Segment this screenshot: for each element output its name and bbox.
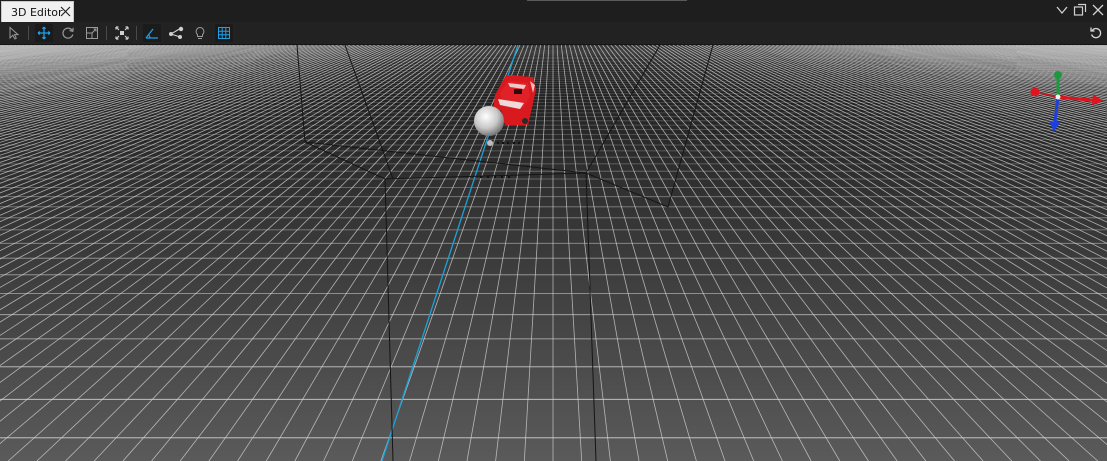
rotate-icon bbox=[62, 27, 74, 39]
bulb-icon bbox=[195, 26, 205, 39]
move-tool-button[interactable] bbox=[35, 24, 53, 42]
move-icon bbox=[37, 26, 51, 40]
reset-view-button[interactable] bbox=[1087, 24, 1105, 42]
camera-icon bbox=[145, 28, 158, 39]
toolbar-separator bbox=[136, 26, 137, 40]
tab-bar: 3D Editor bbox=[0, 0, 1107, 22]
add-light-button[interactable] bbox=[167, 24, 185, 42]
viewport-scene bbox=[0, 45, 1107, 461]
grid-icon bbox=[218, 27, 230, 39]
viewport-background bbox=[0, 45, 1107, 461]
select-icon bbox=[9, 26, 20, 40]
chevron-down-icon[interactable] bbox=[1055, 3, 1069, 17]
grid-toggle-button[interactable] bbox=[215, 24, 233, 42]
light-add-icon bbox=[169, 26, 184, 39]
light-bulb-button[interactable] bbox=[191, 24, 209, 42]
scale-tool-button[interactable] bbox=[83, 24, 101, 42]
top-edge-line bbox=[527, 0, 687, 1]
camera-tool-button[interactable] bbox=[143, 24, 161, 42]
reset-view-icon bbox=[1090, 27, 1102, 39]
select-tool-button[interactable] bbox=[5, 24, 23, 42]
window-controls bbox=[1055, 3, 1105, 17]
3d-viewport[interactable] bbox=[0, 45, 1107, 461]
tab-title: 3D Editor bbox=[11, 5, 63, 19]
close-window-icon[interactable] bbox=[1091, 3, 1105, 17]
center-icon bbox=[115, 26, 129, 40]
float-window-icon[interactable] bbox=[1073, 3, 1087, 17]
tab-3d-editor[interactable]: 3D Editor bbox=[1, 1, 74, 22]
center-tool-button[interactable] bbox=[113, 24, 131, 42]
rotate-tool-button[interactable] bbox=[59, 24, 77, 42]
editor-toolbar bbox=[0, 22, 1107, 45]
toolbar-separator bbox=[28, 26, 29, 40]
close-icon[interactable] bbox=[59, 5, 72, 18]
scale-icon bbox=[86, 27, 98, 39]
toolbar-separator bbox=[106, 26, 107, 40]
